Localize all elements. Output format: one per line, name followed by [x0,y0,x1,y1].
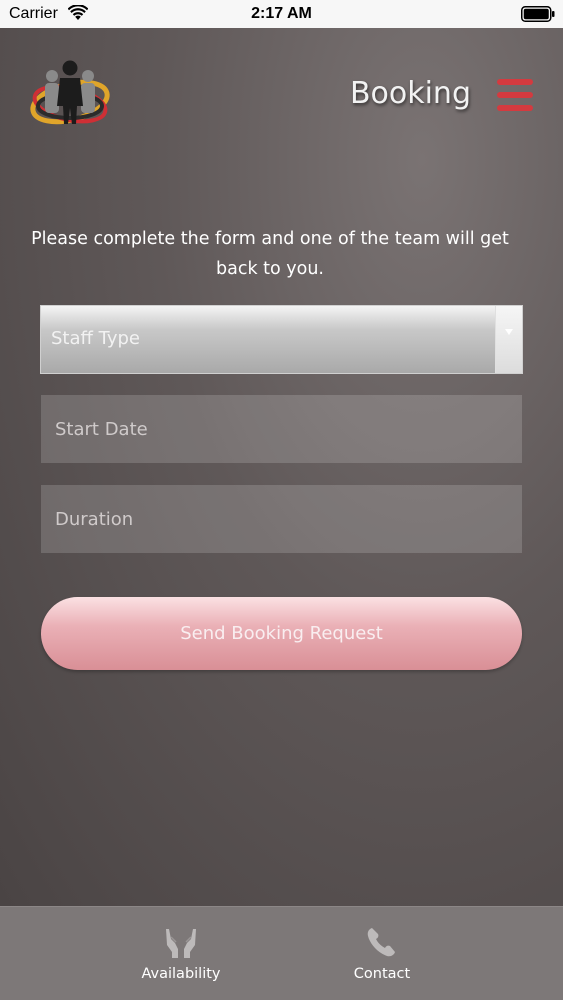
battery-icon [521,6,555,22]
page-title: Booking [349,76,471,111]
status-bar: Carrier 2:17 AM [0,0,563,28]
clock: 2:17 AM [251,5,312,22]
start-date-placeholder: Start Date [55,418,148,440]
chevron-down-icon [505,329,513,335]
intro-text: Please complete the form and one of the … [31,229,509,279]
start-date-field[interactable]: Start Date [41,395,522,463]
bottom-tab-bar: Availability Contact [0,906,563,1000]
tab-contact[interactable]: Contact [282,907,482,1000]
tab-contact-label: Contact [353,966,411,982]
tab-availability[interactable]: Availability [81,907,281,1000]
company-logo [30,60,110,125]
staff-type-placeholder: Staff Type [51,328,140,349]
open-hands-icon [166,929,196,958]
phone-icon [367,928,395,957]
staff-type-select[interactable]: Staff Type [40,305,523,374]
duration-placeholder: Duration [55,508,134,530]
dropdown-toggle[interactable] [495,306,522,373]
tab-availability-label: Availability [141,966,221,982]
main-content: Booking Please complete the form and one… [0,28,563,906]
send-booking-request-button[interactable]: Send Booking Request [41,597,522,670]
duration-field[interactable]: Duration [41,485,522,553]
hamburger-menu-icon[interactable] [497,79,533,111]
